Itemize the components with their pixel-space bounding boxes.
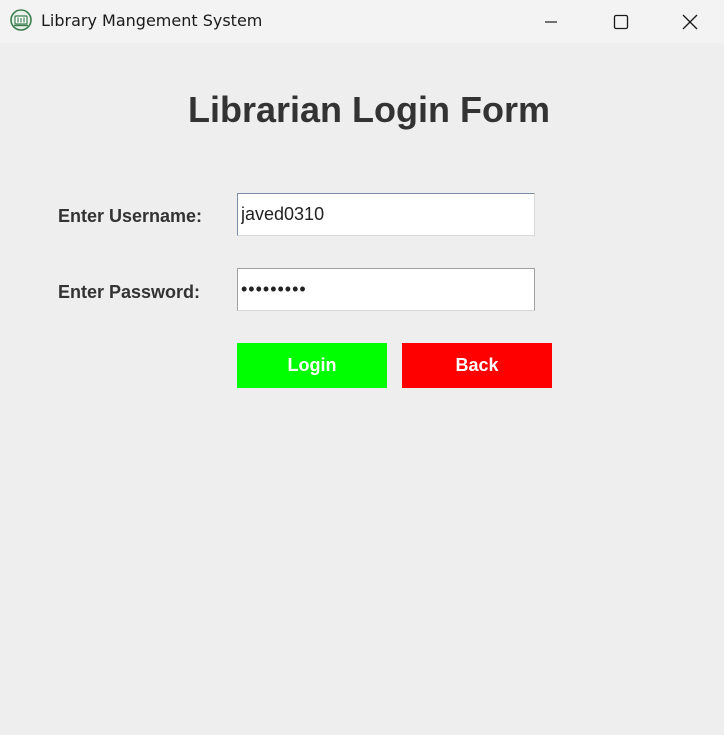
form-title: Librarian Login Form (187, 89, 550, 130)
login-button[interactable]: Login (237, 343, 387, 388)
password-label: Enter Password: (58, 282, 201, 302)
maximize-button[interactable] (586, 0, 656, 43)
login-window: Library Mangement System Librarian Login… (0, 0, 724, 735)
username-field[interactable] (237, 193, 535, 236)
window-title: Library Mangement System (41, 11, 263, 30)
close-icon (682, 14, 698, 29)
library-app-icon (10, 9, 32, 31)
back-button[interactable]: Back (402, 343, 552, 388)
minimize-button[interactable] (516, 0, 586, 43)
username-label: Enter Username: (58, 206, 203, 226)
password-field[interactable] (237, 268, 535, 311)
minimize-icon (545, 20, 557, 23)
title-bar[interactable]: Library Mangement System (0, 0, 724, 43)
maximize-icon (613, 14, 629, 29)
close-button[interactable] (656, 0, 724, 43)
